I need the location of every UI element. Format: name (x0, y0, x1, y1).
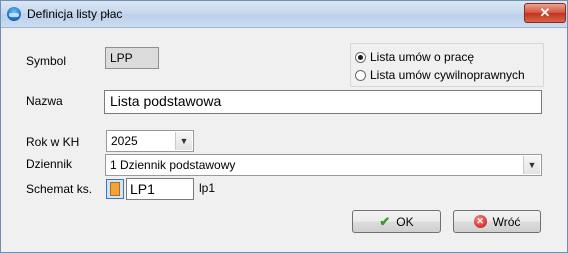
rok-label: Rok w KH (26, 135, 80, 149)
checkmark-icon: ✔ (379, 213, 391, 229)
symbol-label: Symbol (26, 54, 67, 68)
nazwa-input[interactable]: Lista podstawowa (104, 90, 542, 114)
cancel-button[interactable]: ✕ Wróć (453, 210, 541, 233)
radio-button[interactable] (355, 69, 366, 81)
symbol-field: LPP (105, 47, 159, 69)
radio-button-selected[interactable] (355, 51, 366, 63)
dziennik-select[interactable]: 1 Dziennik podstawowy ▼ (105, 154, 542, 176)
app-icon (7, 7, 21, 21)
chevron-down-icon[interactable]: ▼ (175, 132, 192, 150)
close-button[interactable]: ✕ (524, 3, 566, 23)
window-title: Definicja listy płac (27, 7, 123, 21)
nazwa-label: Nazwa (26, 94, 63, 108)
close-icon: ✕ (539, 5, 551, 20)
ok-button[interactable]: ✔ OK (352, 210, 441, 233)
chevron-down-icon[interactable]: ▼ (523, 156, 540, 174)
schemat-description: lp1 (199, 181, 216, 195)
radio-label: Lista umów o pracę (370, 50, 475, 64)
ok-label: OK (396, 214, 414, 229)
rok-select[interactable]: 2025 ▼ (106, 130, 194, 152)
list-type-group: Lista umów o pracę Lista umów cywilnopra… (350, 43, 544, 87)
title-bar[interactable]: Definicja listy płac ✕ (1, 1, 567, 28)
radio-label: Lista umów cywilnoprawnych (370, 68, 525, 82)
dziennik-label: Dziennik (26, 157, 73, 171)
cancel-label: Wróć (492, 214, 521, 229)
schemat-input[interactable]: LP1 (126, 178, 194, 200)
dziennik-value: 1 Dziennik podstawowy (110, 158, 236, 172)
radio-civil-contracts[interactable]: Lista umów cywilnoprawnych (355, 67, 525, 83)
schemat-label: Schemat ks. (26, 182, 93, 196)
radio-employment-contracts[interactable]: Lista umów o pracę (355, 49, 474, 65)
document-picker-icon[interactable] (106, 179, 124, 199)
rok-value: 2025 (111, 134, 138, 148)
cancel-icon: ✕ (473, 215, 487, 228)
